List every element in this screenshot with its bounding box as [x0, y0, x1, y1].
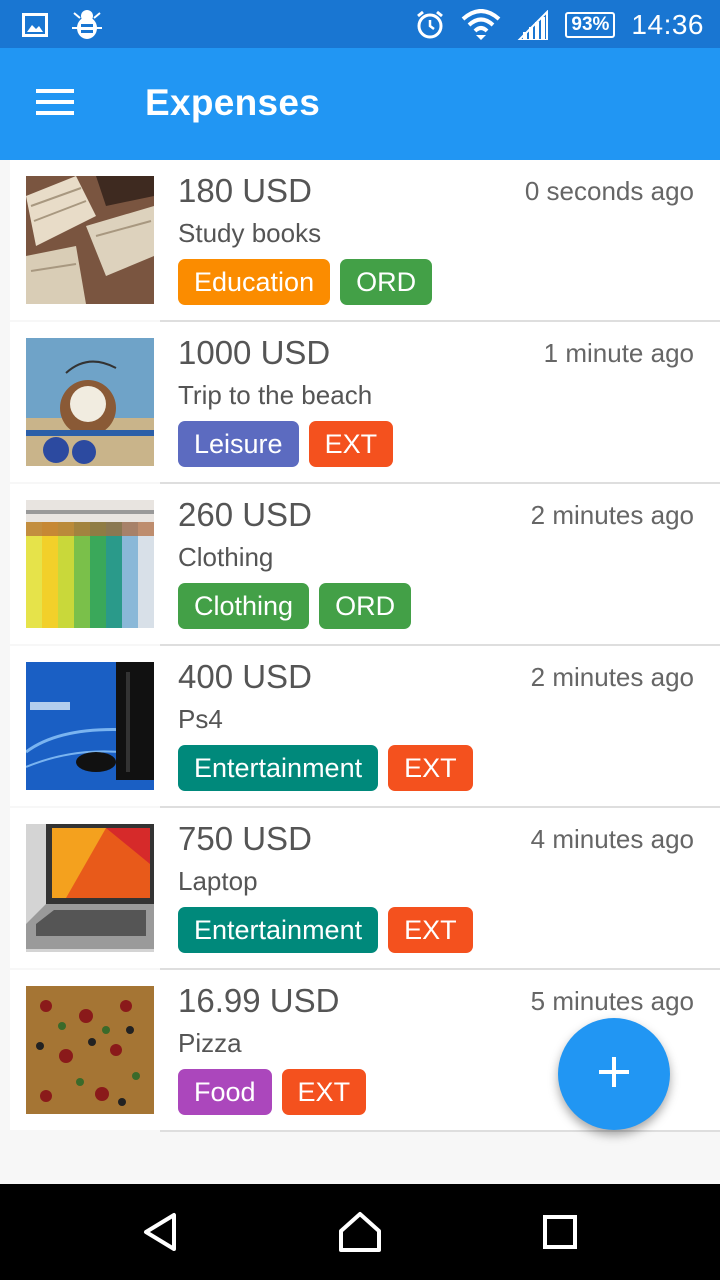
type-tag[interactable]: EXT — [388, 745, 473, 791]
wifi-icon — [461, 9, 501, 41]
expense-amount: 750 USD — [178, 820, 312, 857]
expense-content: 1000 USD 1 minute ago Trip to the beach … — [160, 322, 720, 484]
expense-content: 260 USD 2 minutes ago Clothing Clothing … — [160, 484, 720, 646]
expense-item[interactable]: 260 USD 2 minutes ago Clothing Clothing … — [10, 484, 720, 646]
thumbnail-frame — [10, 160, 160, 320]
thumbnail-frame — [10, 970, 160, 1130]
recents-button[interactable] — [536, 1212, 584, 1256]
type-tag[interactable]: EXT — [388, 907, 473, 953]
expense-item[interactable]: 750 USD 4 minutes ago Laptop Entertainme… — [10, 808, 720, 970]
tag-list: Food EXT — [178, 1069, 367, 1115]
tag-list: Entertainment EXT — [178, 745, 473, 791]
expense-description: Study books — [178, 218, 322, 248]
ps4-console-photo — [26, 662, 154, 790]
expense-amount: 1000 USD — [178, 334, 331, 371]
category-tag[interactable]: Entertainment — [178, 907, 379, 953]
expense-time: 2 minutes ago — [530, 662, 694, 692]
category-tag[interactable]: Education — [178, 259, 331, 305]
expense-description: Pizza — [178, 1028, 242, 1058]
alarm-icon — [415, 10, 445, 40]
type-tag[interactable]: EXT — [308, 421, 394, 467]
expense-content: 180 USD 0 seconds ago Study books Educat… — [160, 160, 720, 322]
add-expense-button[interactable] — [558, 1018, 670, 1130]
tag-list: Entertainment EXT — [178, 907, 473, 953]
navigation-bar — [0, 1184, 720, 1280]
expense-time: 5 minutes ago — [530, 986, 694, 1016]
hamburger-menu-icon — [36, 88, 76, 121]
expense-content: 400 USD 2 minutes ago Ps4 Entertainment … — [160, 646, 720, 808]
thumbnail-frame — [10, 322, 160, 482]
laptop-photo — [26, 824, 154, 952]
clothes-rack-photo — [26, 500, 154, 628]
expense-description: Ps4 — [178, 704, 223, 734]
image-icon — [22, 13, 48, 37]
battery-indicator: 93% — [565, 12, 616, 38]
category-tag[interactable]: Clothing — [178, 583, 310, 629]
recents-icon — [542, 1214, 578, 1255]
home-button[interactable] — [336, 1211, 384, 1258]
back-button[interactable] — [136, 1212, 184, 1256]
category-tag[interactable]: Leisure — [178, 421, 299, 467]
expense-time: 1 minute ago — [543, 338, 694, 368]
expense-description: Clothing — [178, 542, 274, 572]
tag-list: Leisure EXT — [178, 421, 394, 467]
expense-list[interactable]: 180 USD 0 seconds ago Study books Educat… — [0, 160, 720, 1132]
page-title: Expenses — [145, 82, 321, 123]
expense-item[interactable]: 400 USD 2 minutes ago Ps4 Entertainment … — [10, 646, 720, 808]
beach-coconut-photo — [26, 338, 154, 466]
screen: 93% 14:36 Expenses 180 USD 0 seconds ago… — [0, 0, 720, 1280]
clock: 14:36 — [631, 9, 704, 40]
type-tag[interactable]: ORD — [319, 583, 412, 629]
expense-time: 2 minutes ago — [530, 500, 694, 530]
expense-description: Trip to the beach — [178, 380, 373, 410]
tag-list: Clothing ORD — [178, 583, 412, 629]
tag-list: Education ORD — [178, 259, 433, 305]
expense-amount: 260 USD — [178, 496, 312, 533]
books-photo — [26, 176, 154, 304]
expense-item[interactable]: 1000 USD 1 minute ago Trip to the beach … — [10, 322, 720, 484]
plus-icon — [599, 1056, 629, 1092]
type-tag[interactable]: EXT — [281, 1069, 367, 1115]
category-tag[interactable]: Entertainment — [178, 745, 379, 791]
home-icon — [338, 1211, 382, 1258]
expense-description: Laptop — [178, 866, 258, 896]
status-bar: 93% 14:36 — [0, 0, 720, 48]
menu-button[interactable] — [24, 78, 88, 130]
expense-time: 0 seconds ago — [524, 176, 694, 206]
thumbnail-frame — [10, 484, 160, 644]
expense-amount: 16.99 USD — [178, 982, 340, 1019]
thumbnail-frame — [10, 808, 160, 968]
expense-time: 4 minutes ago — [530, 824, 694, 854]
signal-icon — [517, 10, 549, 40]
app-bar: Expenses — [0, 48, 720, 160]
type-tag[interactable]: ORD — [340, 259, 433, 305]
pizza-photo — [26, 986, 154, 1114]
back-icon — [140, 1212, 180, 1257]
expense-amount: 180 USD — [178, 172, 312, 209]
expense-content: 750 USD 4 minutes ago Laptop Entertainme… — [160, 808, 720, 970]
expense-amount: 400 USD — [178, 658, 312, 695]
bug-icon — [72, 9, 102, 41]
category-tag[interactable]: Food — [178, 1069, 272, 1115]
thumbnail-frame — [10, 646, 160, 806]
expense-item[interactable]: 180 USD 0 seconds ago Study books Educat… — [10, 160, 720, 322]
